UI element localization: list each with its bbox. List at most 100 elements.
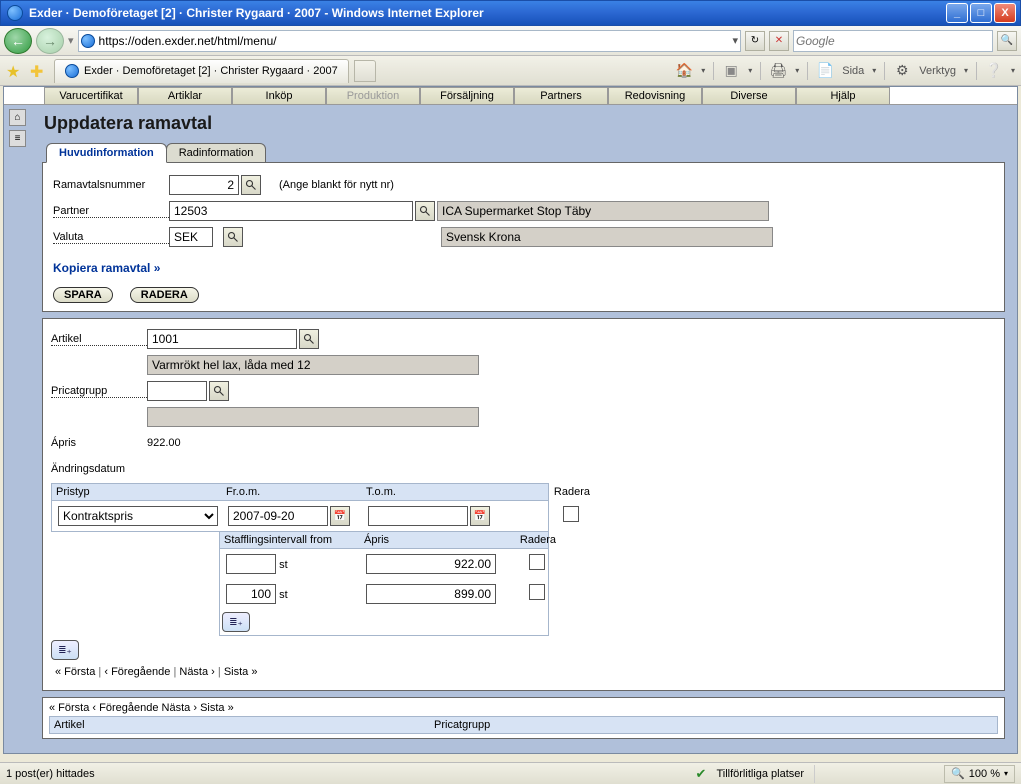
lookup-ramavtal-icon[interactable]: [241, 175, 261, 195]
tools-icon[interactable]: ⚙: [893, 62, 911, 80]
input-tom-date[interactable]: [368, 506, 468, 526]
window-titlebar: Exder · Demoföretaget [2] · Christer Ryg…: [0, 0, 1021, 26]
tab-huvudinformation[interactable]: Huvudinformation: [46, 143, 167, 163]
input-staf-qty-1[interactable]: [226, 584, 276, 604]
hint-ramavtal: (Ange blankt för nytt nr): [279, 179, 394, 191]
search-box[interactable]: [793, 30, 993, 52]
checkbox-radera-pris[interactable]: [563, 506, 579, 522]
new-tab-button[interactable]: [354, 60, 376, 82]
delete-button[interactable]: RADERA: [130, 287, 199, 303]
trusted-text: Tillförlitliga platser: [716, 768, 804, 780]
status-text: 1 post(er) hittades: [6, 768, 95, 780]
app-menu-bar: Varucertifikat Artiklar Inköp Produktion…: [4, 87, 1017, 105]
app-viewport: Varucertifikat Artiklar Inköp Produktion…: [3, 86, 1018, 754]
select-pristyp[interactable]: Kontraktspris: [58, 506, 218, 526]
menu-hjalp[interactable]: Hjälp: [796, 87, 890, 104]
main-form-panel: Ramavtalsnummer (Ange blankt för nytt nr…: [42, 162, 1005, 312]
pager-next[interactable]: Nästa ›: [179, 666, 214, 678]
save-button[interactable]: SPARA: [53, 287, 113, 303]
home-tool-icon[interactable]: ⌂: [9, 109, 26, 126]
help-icon[interactable]: ❔: [985, 62, 1003, 80]
lookup-pricat-icon[interactable]: [209, 381, 229, 401]
readonly-artikel-name: Varmrökt hel lax, låda med 12: [147, 355, 479, 375]
print-icon[interactable]: 🖨: [769, 62, 787, 80]
input-staf-qty-0[interactable]: [226, 554, 276, 574]
feed-icon[interactable]: ▣: [722, 62, 740, 80]
article-panel: Artikel Varmrökt hel lax, låda med 12 Pr…: [42, 318, 1005, 691]
menu-artiklar[interactable]: Artiklar: [138, 87, 232, 104]
input-staf-apris-1[interactable]: [366, 584, 496, 604]
page-title: Uppdatera ramavtal: [44, 113, 1003, 134]
refresh-button[interactable]: ↻: [745, 31, 765, 51]
tools-menu-label[interactable]: Verktyg: [919, 65, 956, 77]
label-valuta: Valuta: [53, 231, 169, 244]
address-toolbar: ← → ▾ ▾ ↻ ✕ 🔍: [0, 26, 1021, 56]
stop-button[interactable]: ✕: [769, 31, 789, 51]
input-artikel[interactable]: [147, 329, 297, 349]
lookup-valuta-icon[interactable]: [223, 227, 243, 247]
pristyp-header: Pristyp Fr.o.m. T.o.m. Radera: [51, 483, 549, 501]
staffling-row-0: st: [220, 549, 548, 579]
col-staf-from: Stafflingsintervall from: [220, 532, 360, 548]
tab-radinformation[interactable]: Radinformation: [166, 143, 267, 163]
pager2-first[interactable]: « Första: [49, 702, 89, 714]
menu-inkop[interactable]: Inköp: [232, 87, 326, 104]
list-header: Artikel Pricatgrupp: [49, 716, 998, 734]
menu-forsaljning[interactable]: Försäljning: [420, 87, 514, 104]
col-staf-apris: Ápris: [360, 532, 510, 548]
input-from-date[interactable]: [228, 506, 328, 526]
minimize-button[interactable]: _: [946, 3, 968, 23]
home-icon[interactable]: 🏠: [675, 62, 693, 80]
back-button[interactable]: ←: [4, 28, 32, 54]
pager2-prev[interactable]: ‹ Föregående: [92, 702, 158, 714]
calendar-tom-icon[interactable]: 📅: [470, 506, 490, 526]
close-button[interactable]: X: [994, 3, 1016, 23]
label-pricat: Pricatgrupp: [51, 385, 147, 398]
input-staf-apris-0[interactable]: [366, 554, 496, 574]
lookup-artikel-icon[interactable]: [299, 329, 319, 349]
left-tool-strip: ⌂ ≡: [9, 109, 31, 147]
checkbox-staf-radera-1[interactable]: [529, 584, 545, 600]
page-menu-label[interactable]: Sida: [842, 65, 864, 77]
browser-tab[interactable]: Exder · Demoföretaget [2] · Christer Ryg…: [54, 59, 349, 83]
address-bar[interactable]: ▾: [78, 30, 741, 52]
menu-partners[interactable]: Partners: [514, 87, 608, 104]
pager-last[interactable]: Sista »: [224, 666, 258, 678]
input-pricat[interactable]: [147, 381, 207, 401]
input-valuta[interactable]: [169, 227, 213, 247]
input-ramavtal[interactable]: [169, 175, 239, 195]
maximize-button[interactable]: □: [970, 3, 992, 23]
pager-first[interactable]: « Första: [55, 666, 95, 678]
add-staffling-row-icon[interactable]: ≣₊: [222, 612, 250, 632]
menu-redovisning[interactable]: Redovisning: [608, 87, 702, 104]
forward-button[interactable]: →: [36, 28, 64, 54]
menu-varucertifikat[interactable]: Varucertifikat: [44, 87, 138, 104]
favorites-icon[interactable]: ★: [6, 62, 24, 80]
col-list-pricat: Pricatgrupp: [434, 719, 490, 731]
search-input[interactable]: [796, 34, 990, 48]
add-pris-row-icon[interactable]: ≣₊: [51, 640, 79, 660]
menu-diverse[interactable]: Diverse: [702, 87, 796, 104]
form-tabs: Huvudinformation Radinformation: [46, 142, 1009, 162]
page-menu-icon[interactable]: 📄: [816, 62, 834, 80]
zoom-control[interactable]: 🔍 100 % ▾: [944, 765, 1015, 783]
input-partner[interactable]: [169, 201, 413, 221]
copy-ramavtal-link[interactable]: Kopiera ramavtal »: [53, 261, 160, 275]
pager2-last[interactable]: Sista »: [200, 702, 234, 714]
checkbox-staf-radera-0[interactable]: [529, 554, 545, 570]
label-partner: Partner: [53, 205, 169, 218]
label-ramavtal: Ramavtalsnummer: [53, 179, 169, 191]
list-tool-icon[interactable]: ≡: [9, 130, 26, 147]
add-favorite-icon[interactable]: ✚: [30, 62, 48, 80]
pager-prev[interactable]: ‹ Föregående: [104, 666, 170, 678]
col-pristyp: Pristyp: [52, 484, 222, 500]
pager2-next[interactable]: Nästa ›: [162, 702, 197, 714]
lookup-partner-icon[interactable]: [415, 201, 435, 221]
status-bar: 1 post(er) hittades ✔ Tillförlitliga pla…: [0, 762, 1021, 784]
search-button[interactable]: 🔍: [997, 31, 1017, 51]
calendar-from-icon[interactable]: 📅: [330, 506, 350, 526]
url-input[interactable]: [95, 34, 733, 48]
trusted-icon: ✔: [696, 766, 707, 782]
page-icon: [81, 34, 95, 48]
bottom-list-panel: « Första ‹ Föregående Nästa › Sista » Ar…: [42, 697, 1005, 739]
